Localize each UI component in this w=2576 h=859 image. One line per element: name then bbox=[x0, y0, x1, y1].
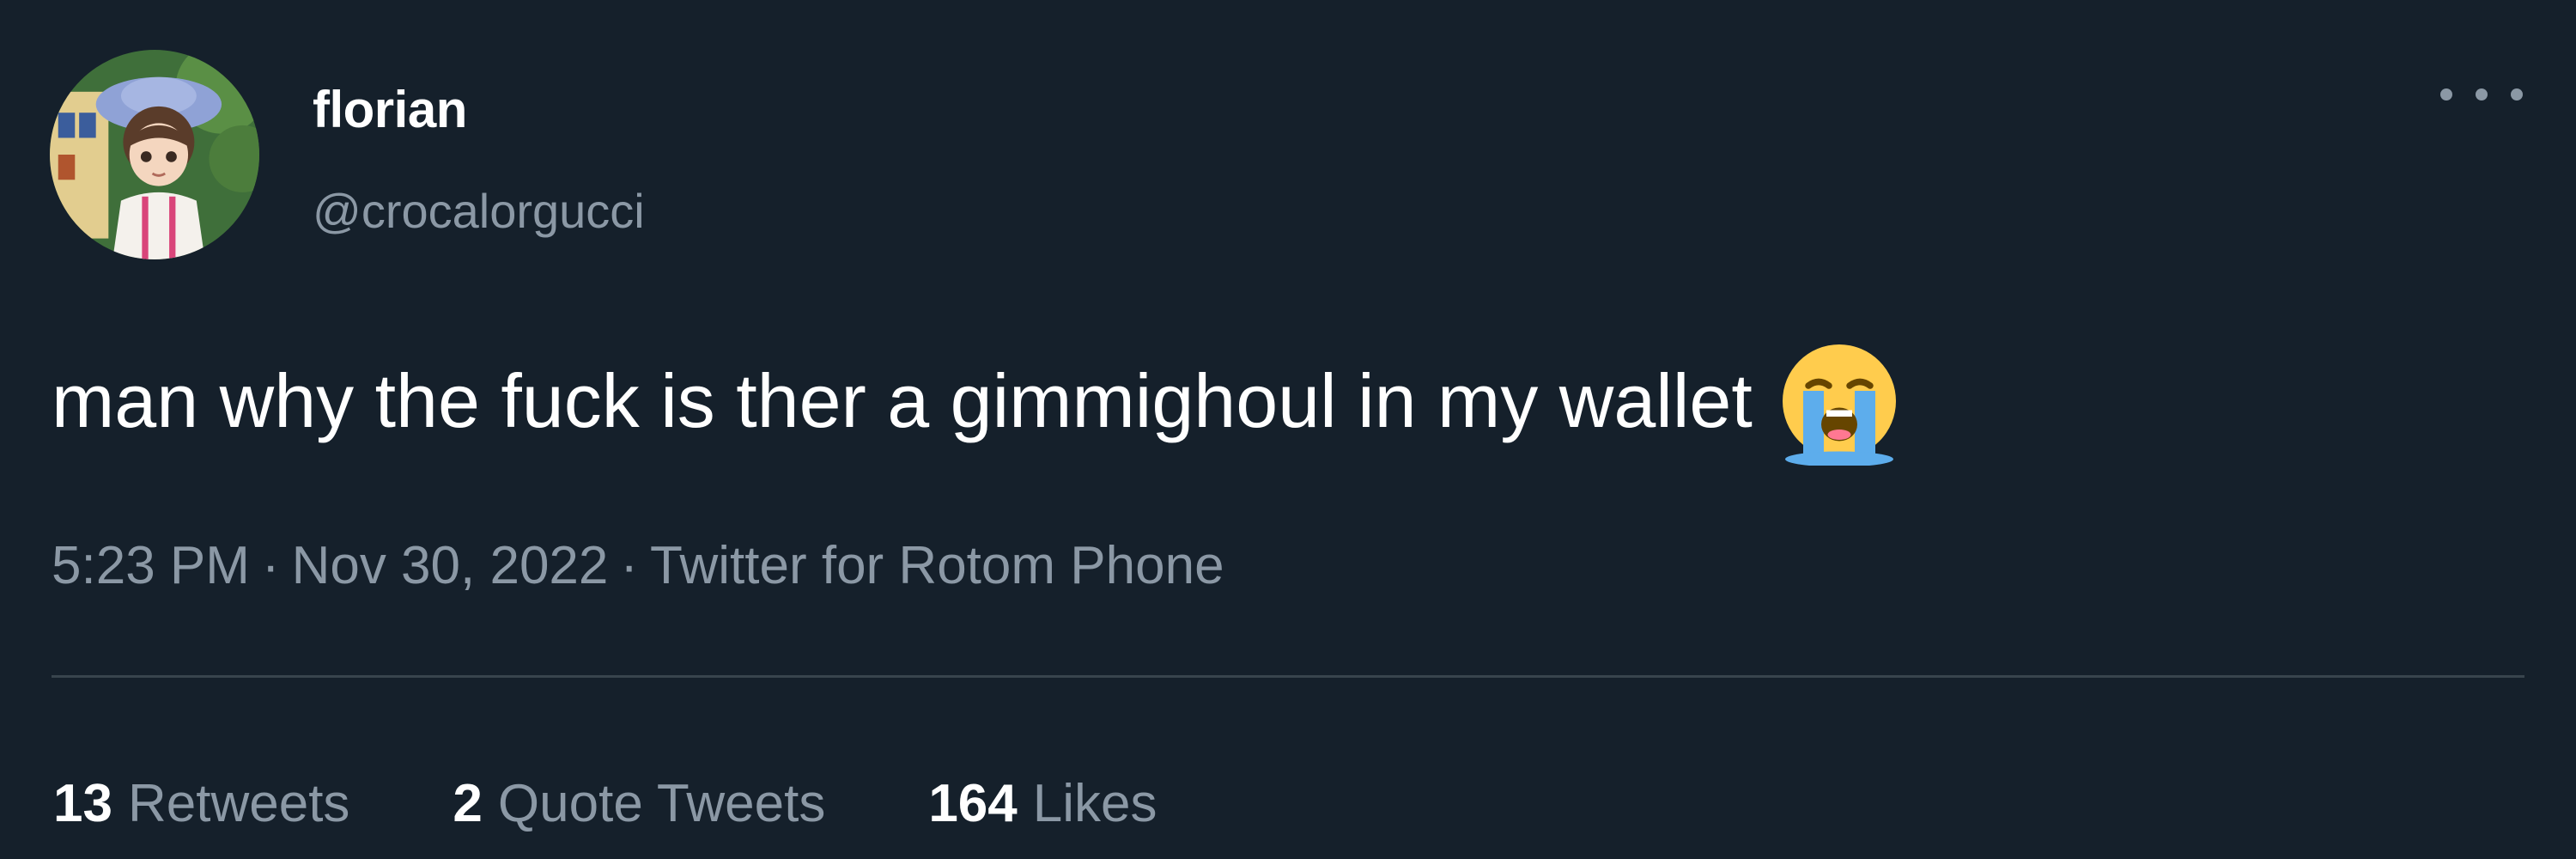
tweet-text: man why the fuck is ther a gimmighoul in… bbox=[52, 358, 1753, 444]
more-options-icon[interactable] bbox=[2440, 77, 2523, 112]
likes-count: 164 bbox=[928, 774, 1018, 833]
tweet-time[interactable]: 5:23 PM bbox=[52, 536, 250, 595]
quote-tweets-label: Quote Tweets bbox=[497, 774, 826, 833]
tweet-card: florian @crocalorgucci man why the fuck … bbox=[0, 0, 2576, 859]
retweets-label: Retweets bbox=[127, 774, 350, 833]
more-dot bbox=[2511, 88, 2523, 101]
avatar[interactable] bbox=[50, 50, 259, 259]
engagement-stats: 13 Retweets 2 Quote Tweets 164 Likes bbox=[53, 777, 1261, 831]
tweet-body: man why the fuck is ther a gimmighoul in… bbox=[52, 337, 1904, 466]
tweet-date[interactable]: Nov 30, 2022 bbox=[292, 536, 609, 595]
likes-label: Likes bbox=[1032, 774, 1157, 833]
avatar-image bbox=[50, 50, 259, 259]
user-handle[interactable]: @crocalorgucci bbox=[313, 187, 645, 235]
loudly-crying-face-icon bbox=[1775, 337, 1904, 466]
retweets-count: 13 bbox=[53, 774, 112, 833]
meta-separator: · bbox=[620, 536, 639, 595]
display-name[interactable]: florian bbox=[313, 84, 467, 136]
tweet-metadata: 5:23 PM · Nov 30, 2022 · Twitter for Rotom P… bbox=[52, 539, 1224, 593]
divider bbox=[52, 675, 2524, 678]
likes-stat[interactable]: 164 Likes bbox=[928, 777, 1157, 831]
more-dot bbox=[2440, 88, 2452, 101]
retweets-stat[interactable]: 13 Retweets bbox=[53, 777, 349, 831]
more-dot bbox=[2476, 88, 2488, 101]
meta-separator: · bbox=[261, 536, 280, 595]
quote-tweets-count: 2 bbox=[453, 774, 483, 833]
tweet-source[interactable]: Twitter for Rotom Phone bbox=[650, 536, 1224, 595]
quote-tweets-stat[interactable]: 2 Quote Tweets bbox=[453, 777, 825, 831]
